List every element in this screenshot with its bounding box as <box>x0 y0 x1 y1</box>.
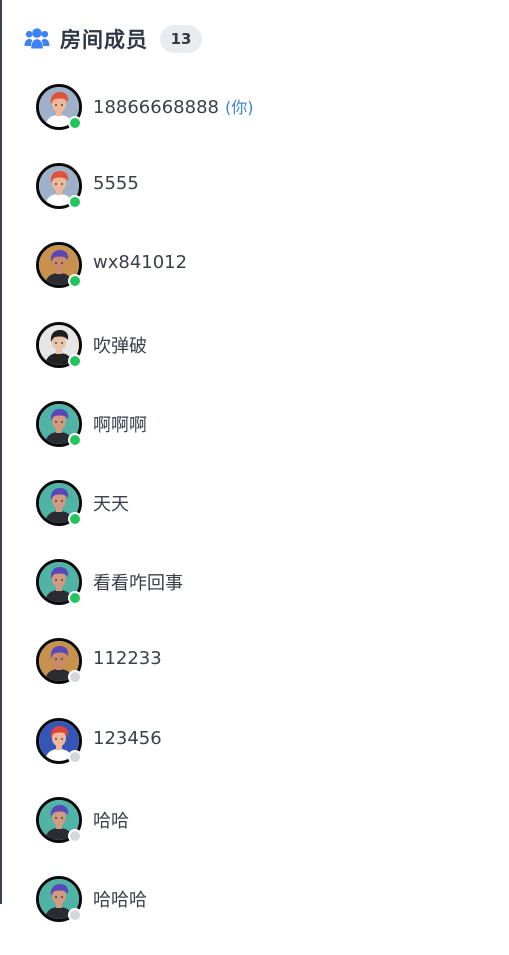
users-icon <box>24 28 50 49</box>
online-status-dot <box>68 195 82 210</box>
member-name-text: 看看咋回事 <box>93 573 183 595</box>
purple-hair-avatar <box>36 242 82 289</box>
member-name: wx841012 <box>93 252 187 273</box>
members-header: 房间成员 13 <box>24 22 202 56</box>
member-name: 123456 <box>93 728 162 749</box>
member-name: 哈哈哈 <box>93 886 147 912</box>
member-name: 啊啊啊 <box>93 411 147 437</box>
member-item[interactable]: 123456 <box>36 717 253 797</box>
member-name: 吹弹破 <box>93 332 147 358</box>
member-name: 112233 <box>93 648 162 669</box>
member-item[interactable]: wx841012 <box>36 242 253 321</box>
offline-status-dot <box>68 749 82 764</box>
purple-hair-avatar <box>36 400 82 447</box>
purple-hair-avatar <box>36 638 82 685</box>
member-item[interactable]: 哈哈 <box>36 796 253 876</box>
online-status-dot <box>68 432 82 447</box>
member-item[interactable]: 18866668888 (你) <box>36 84 253 163</box>
member-name-text: 天天 <box>93 493 129 515</box>
member-name-text: 吹弹破 <box>93 335 147 357</box>
red-hair-avatar <box>36 717 82 764</box>
online-status-dot <box>68 591 82 606</box>
online-status-dot <box>68 511 82 526</box>
member-item[interactable]: 看看咋回事 <box>36 559 253 638</box>
member-name-text: 哈哈 <box>93 810 129 832</box>
member-item[interactable]: 天天 <box>36 479 253 559</box>
offline-status-dot <box>68 907 82 922</box>
member-name-text: 123456 <box>93 727 162 749</box>
left-border <box>0 0 2 904</box>
member-name: 看看咋回事 <box>93 569 183 595</box>
online-status-dot <box>68 274 82 289</box>
member-name: 5555 <box>93 173 139 194</box>
member-item[interactable]: 112233 <box>36 638 253 717</box>
offline-status-dot <box>68 670 82 685</box>
member-item[interactable]: 5555 <box>36 163 253 242</box>
member-name: 18866668888 (你) <box>93 94 253 118</box>
member-list: 18866668888 (你) 5555 wx841012 吹弹破啊啊啊天天看看咋回事 1… <box>36 84 253 955</box>
member-name-text: 112233 <box>93 648 162 670</box>
offline-status-dot <box>68 828 82 843</box>
member-name-text: 哈哈哈 <box>93 889 147 911</box>
member-item[interactable]: 吹弹破 <box>36 321 253 401</box>
member-name-text: 啊啊啊 <box>93 414 147 436</box>
online-status-dot <box>68 116 82 130</box>
member-item[interactable]: 啊啊啊 <box>36 400 253 480</box>
member-count-badge: 13 <box>160 25 202 53</box>
purple-hair-avatar <box>36 479 82 526</box>
purple-hair-avatar <box>36 559 82 606</box>
purple-hair-avatar <box>36 796 82 843</box>
dark-hair-avatar <box>36 321 82 368</box>
member-name-text: wx841012 <box>93 252 188 274</box>
page-title: 房间成员 <box>60 28 148 52</box>
member-name-text: 18866668888 <box>93 97 219 118</box>
member-name: 哈哈 <box>93 807 129 833</box>
red-hair-avatar <box>36 84 82 130</box>
purple-hair-avatar <box>36 875 82 922</box>
member-item[interactable]: 哈哈哈 <box>36 875 253 955</box>
member-name-text: 5555 <box>93 173 139 195</box>
red-hair-avatar <box>36 163 82 210</box>
you-tag: (你) <box>224 98 254 117</box>
member-name: 天天 <box>93 490 129 516</box>
online-status-dot <box>68 353 82 368</box>
